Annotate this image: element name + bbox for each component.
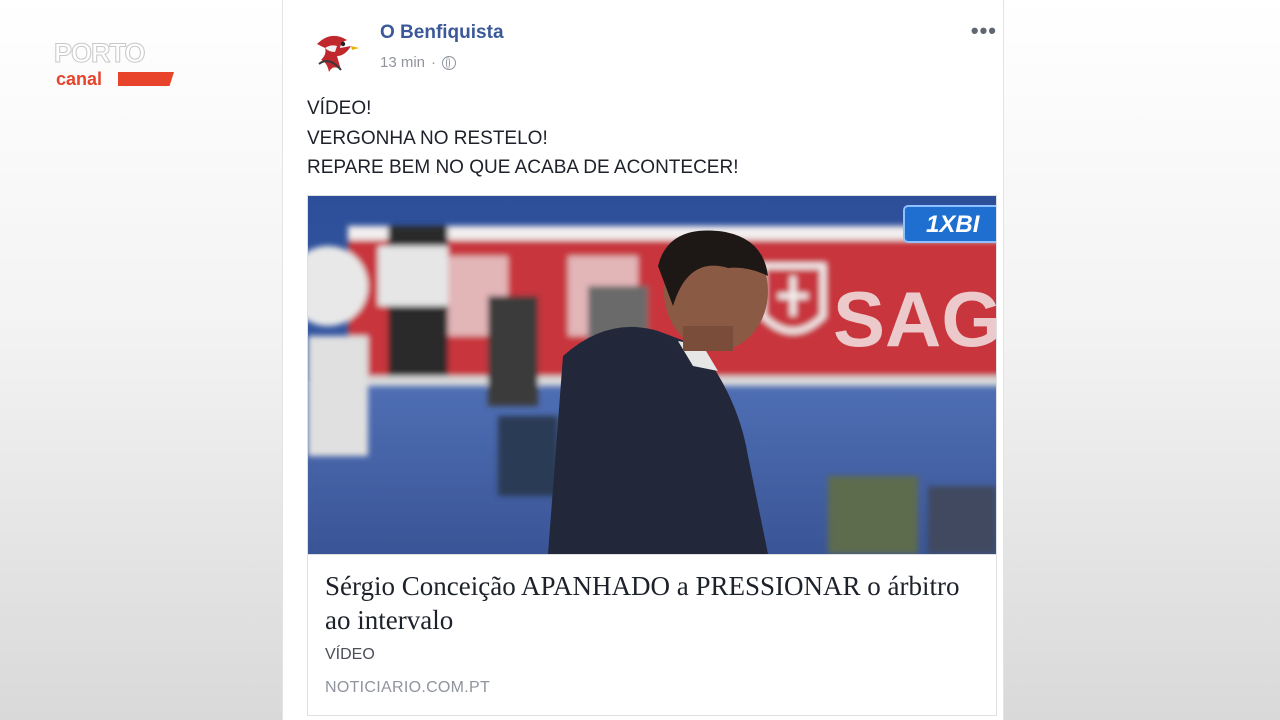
sponsor-logo-text: 1XBI	[926, 211, 981, 238]
link-preview-info[interactable]: Sérgio Conceição APANHADO a PRESSIONAR o…	[308, 554, 996, 716]
channel-watermark: PORTO canal	[54, 38, 178, 92]
facebook-post-card: O Benfiquista 13 min · ••• VÍDEO! VERGON…	[283, 0, 1003, 720]
page-name-link[interactable]: O Benfiquista	[380, 22, 504, 44]
link-domain: NOTICIARIO.COM.PT	[325, 679, 491, 696]
post-text: VÍDEO! VERGONHA NO RESTELO! REPARE BEM N…	[307, 94, 738, 183]
meta-separator: ·	[431, 54, 437, 71]
watermark-flag-shape	[118, 72, 174, 86]
post-text-line: VÍDEO!	[307, 98, 372, 119]
globe-icon[interactable]	[442, 55, 457, 70]
eagle-logo-icon	[309, 27, 363, 81]
link-preview-image[interactable]: SAGI 1XBI	[308, 196, 996, 554]
link-preview[interactable]: SAGI 1XBI Sérgio Conceição APANHADO a PR…	[307, 195, 997, 716]
stadium-photo-image: SAGI 1XBI	[308, 196, 996, 554]
post-text-line: REPARE BEM NO QUE ACABA DE ACONTECER!	[307, 157, 739, 178]
watermark-porto-text: PORTO	[54, 38, 147, 69]
link-title[interactable]: Sérgio Conceição APANHADO a PRESSIONAR o…	[325, 569, 975, 637]
banner-text: SAGI	[833, 275, 996, 363]
link-description: VÍDEO	[325, 646, 375, 663]
more-options-icon[interactable]: •••	[971, 18, 997, 44]
watermark-canal-text: canal	[56, 69, 103, 89]
post-text-line: VERGONHA NO RESTELO!	[307, 127, 548, 149]
post-timestamp[interactable]: 13 min	[380, 54, 425, 71]
page-avatar[interactable]	[307, 26, 365, 82]
post-meta: 13 min ·	[380, 54, 457, 71]
